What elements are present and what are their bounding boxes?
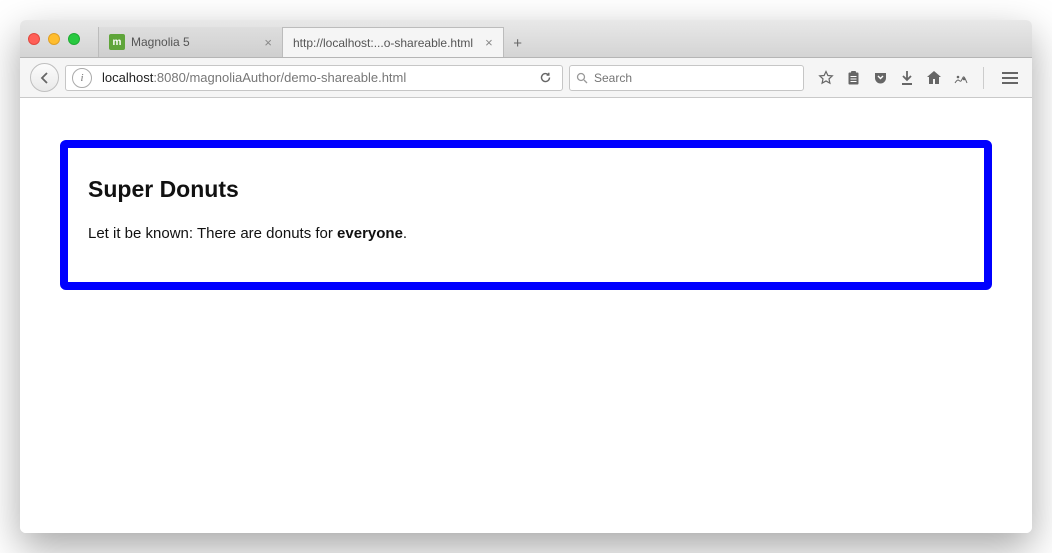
- reload-button[interactable]: [535, 71, 556, 84]
- search-icon: [576, 72, 588, 84]
- toolbar: i localhost:8080/magnoliaAuthor/demo-sha…: [20, 58, 1032, 98]
- close-tab-icon[interactable]: ×: [264, 35, 272, 50]
- close-tab-icon[interactable]: ×: [485, 35, 493, 50]
- shareable-frame: Super Donuts Let it be known: There are …: [60, 140, 992, 290]
- search-bar[interactable]: [569, 65, 804, 91]
- titlebar: m Magnolia 5 × http://localhost:...o-sha…: [20, 20, 1032, 58]
- browser-window: m Magnolia 5 × http://localhost:...o-sha…: [20, 20, 1032, 533]
- minimize-window-button[interactable]: [48, 33, 60, 45]
- tab-strip: m Magnolia 5 × http://localhost:...o-sha…: [98, 20, 1024, 57]
- toolbar-icons: [818, 67, 1022, 89]
- page-content: Super Donuts Let it be known: There are …: [20, 98, 1032, 533]
- close-window-button[interactable]: [28, 33, 40, 45]
- pocket-icon[interactable]: [872, 70, 888, 86]
- tab-label: http://localhost:...o-shareable.html: [293, 36, 473, 50]
- new-tab-button[interactable]: +: [504, 29, 532, 57]
- arrow-left-icon: [39, 72, 51, 84]
- magnolia-favicon-icon: m: [109, 34, 125, 50]
- tab-magnolia[interactable]: m Magnolia 5 ×: [98, 27, 283, 57]
- address-bar[interactable]: i localhost:8080/magnoliaAuthor/demo-sha…: [65, 65, 563, 91]
- search-input[interactable]: [594, 71, 797, 85]
- addon-icon[interactable]: [953, 70, 969, 86]
- menu-button[interactable]: [998, 68, 1022, 88]
- download-icon[interactable]: [899, 70, 915, 86]
- site-info-icon[interactable]: i: [72, 68, 92, 88]
- clipboard-icon[interactable]: [845, 70, 861, 86]
- page-title: Super Donuts: [88, 176, 964, 203]
- bookmark-star-icon[interactable]: [818, 70, 834, 86]
- url-text[interactable]: localhost:8080/magnoliaAuthor/demo-share…: [102, 70, 529, 85]
- page-body: Let it be known: There are donuts for ev…: [88, 225, 964, 242]
- tab-localhost[interactable]: http://localhost:...o-shareable.html ×: [283, 27, 504, 57]
- back-button[interactable]: [30, 63, 59, 92]
- reload-icon: [539, 71, 552, 84]
- zoom-window-button[interactable]: [68, 33, 80, 45]
- tab-label: Magnolia 5: [131, 35, 252, 49]
- home-icon[interactable]: [926, 70, 942, 86]
- toolbar-divider: [983, 67, 984, 89]
- window-controls: [28, 33, 80, 45]
